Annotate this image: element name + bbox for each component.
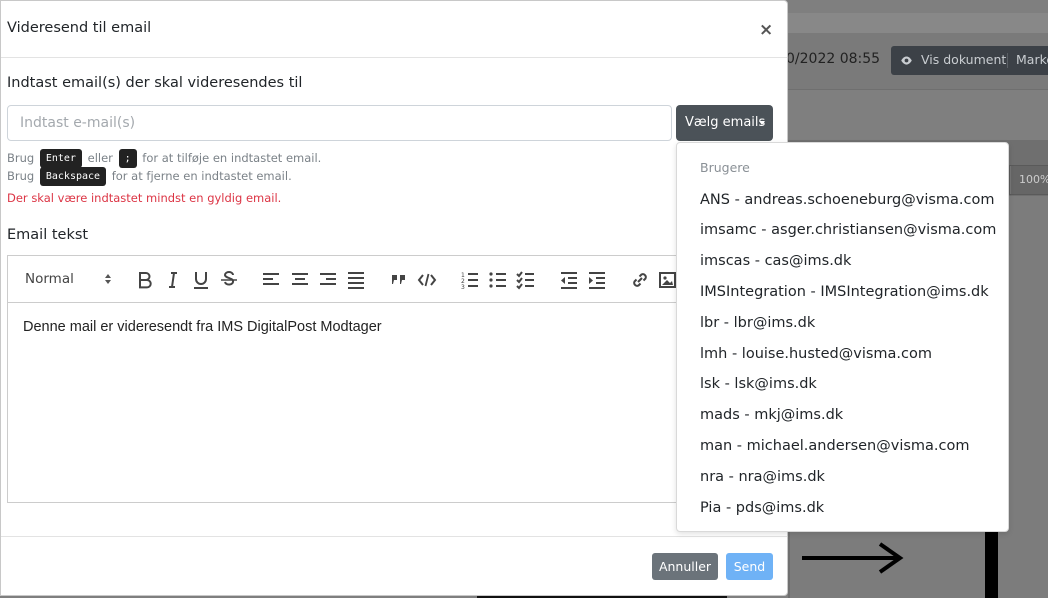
dropdown-item-imscas[interactable]: imscas - cas@ims.dk xyxy=(700,253,851,269)
format-select-value: Normal xyxy=(25,271,74,287)
view-document-button[interactable]: Vis dokument Marke xyxy=(891,46,1048,75)
editor-content-area[interactable]: Denne mail er videresendt fra IMS Digita… xyxy=(7,302,687,503)
editor-content-text: Denne mail er videresendt fra IMS Digita… xyxy=(23,319,382,335)
dropdown-item-imsamc[interactable]: imsamc - asger.christiansen@visma.com xyxy=(700,222,996,238)
dropdown-item-man[interactable]: man - michael.andersen@visma.com xyxy=(700,438,970,454)
users-dropdown-menu: Brugere ANS - andreas.schoeneburg@visma.… xyxy=(676,142,1009,532)
button-separator xyxy=(1007,53,1008,68)
align-justify-icon[interactable] xyxy=(345,269,367,291)
mark-button-label[interactable]: Marke xyxy=(1016,52,1048,67)
help-suffix: for at fjerne en indtastet email. xyxy=(111,169,292,183)
help-middle: eller xyxy=(87,151,113,165)
key-backspace: Backspace xyxy=(39,167,107,186)
strike-icon[interactable] xyxy=(218,269,240,291)
indent-icon[interactable] xyxy=(586,269,608,291)
close-icon[interactable]: × xyxy=(759,20,773,40)
help-prefix: Brug xyxy=(7,169,35,183)
view-document-label: Vis dokument xyxy=(921,52,1007,67)
format-select[interactable]: Normal xyxy=(20,268,116,290)
editor-toolbar: Normal 1 2 3 xyxy=(7,255,687,303)
align-right-icon[interactable] xyxy=(317,269,339,291)
arrow-right-icon xyxy=(802,542,904,574)
dropdown-item-lbr[interactable]: lbr - lbr@ims.dk xyxy=(700,315,815,331)
background-strip xyxy=(788,13,1048,33)
align-left-icon[interactable] xyxy=(260,269,282,291)
dropdown-item-lmh[interactable]: lmh - louise.husted@visma.com xyxy=(700,346,932,362)
email-text-label: Email tekst xyxy=(7,227,89,243)
ordered-list-icon[interactable]: 123 xyxy=(459,269,481,291)
select-emails-label: Vælg emails xyxy=(685,115,766,130)
italic-icon[interactable] xyxy=(162,269,184,291)
dropdown-item-ans[interactable]: ANS - andreas.schoeneburg@visma.com xyxy=(700,192,995,208)
dropdown-item-mads[interactable]: mads - mkj@ims.dk xyxy=(700,407,843,423)
help-suffix: for at tilføje en indtastet email. xyxy=(142,151,322,165)
help-prefix: Brug xyxy=(7,151,35,165)
bullet-list-icon[interactable] xyxy=(487,269,509,291)
select-emails-button[interactable]: Vælg emails xyxy=(676,105,773,141)
svg-text:3: 3 xyxy=(461,284,465,291)
help-text-remove: Brug Backspace for at fjerne en indtaste… xyxy=(7,167,292,186)
blockquote-icon[interactable] xyxy=(388,269,410,291)
dropdown-header: Brugere xyxy=(700,160,750,175)
modal-title: Videresend til email xyxy=(7,20,152,36)
send-button[interactable]: Send xyxy=(726,553,773,580)
dropdown-item-imsintegration[interactable]: IMSIntegration - IMSIntegration@ims.dk xyxy=(700,284,989,300)
zoom-level: 100% xyxy=(1010,166,1048,194)
key-semicolon: ; xyxy=(118,149,137,168)
forward-email-modal: Videresend til email × Indtast email(s) … xyxy=(0,0,788,596)
validation-error: Der skal være indtastet mindst en gyldig… xyxy=(7,191,282,205)
key-enter: Enter xyxy=(39,149,82,168)
background-vertical-bar xyxy=(985,530,998,598)
check-list-icon[interactable] xyxy=(515,269,537,291)
help-text-add: Brug Enter eller ; for at tilføje en ind… xyxy=(7,149,321,168)
underline-icon[interactable] xyxy=(190,269,212,291)
select-arrows-icon xyxy=(105,274,111,284)
cancel-button[interactable]: Annuller xyxy=(652,553,718,580)
background-date: 0/2022 08:55 xyxy=(786,51,881,67)
modal-header: Videresend til email × xyxy=(1,1,787,58)
link-icon[interactable] xyxy=(629,269,651,291)
outdent-icon[interactable] xyxy=(558,269,580,291)
dropdown-item-pia[interactable]: Pia - pds@ims.dk xyxy=(700,500,824,516)
modal-footer-divider xyxy=(1,536,787,537)
eye-icon xyxy=(901,56,912,65)
caret-down-icon xyxy=(759,121,765,125)
dropdown-item-nra[interactable]: nra - nra@ims.dk xyxy=(700,469,825,485)
recipients-label: Indtast email(s) der skal videresendes t… xyxy=(7,75,303,91)
email-input[interactable] xyxy=(7,105,672,141)
bold-icon[interactable] xyxy=(134,269,156,291)
align-center-icon[interactable] xyxy=(289,269,311,291)
code-icon[interactable] xyxy=(416,269,438,291)
dropdown-item-lsk[interactable]: lsk - lsk@ims.dk xyxy=(700,376,817,392)
